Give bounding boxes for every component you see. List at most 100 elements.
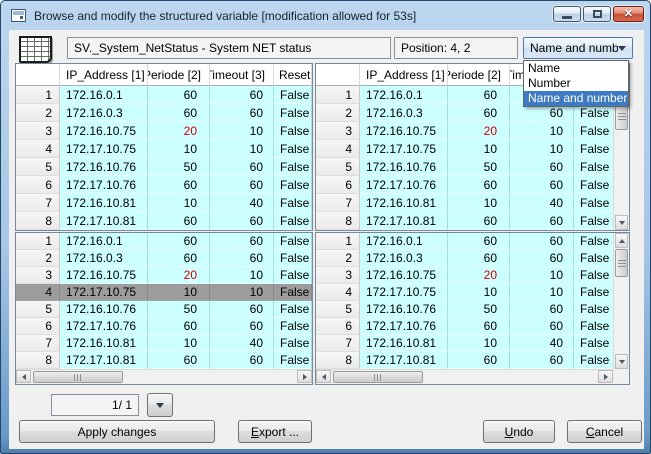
cell-ip-address[interactable]: 172.16.0.1 (60, 233, 148, 250)
table-row[interactable]: 3172.16.10.752010False (316, 267, 629, 284)
horizontal-scrollbar-thumb[interactable] (33, 371, 123, 383)
cell-periode[interactable]: 10 (148, 284, 210, 301)
cell-periode[interactable]: 20 (448, 267, 510, 284)
cell-periode[interactable]: 60 (448, 86, 510, 104)
cell-ip-address[interactable]: 172.16.0.1 (360, 86, 448, 104)
cell-ip-address[interactable]: 172.16.10.81 (360, 335, 448, 352)
table-row[interactable]: 5172.16.10.765060False (316, 158, 629, 176)
cell-ip-address[interactable]: 172.16.0.1 (60, 86, 148, 104)
row-number-cell[interactable]: 8 (316, 352, 360, 369)
row-number-cell[interactable]: 1 (316, 86, 360, 104)
dropdown-option[interactable]: Number (524, 76, 628, 91)
cell-ip-address[interactable]: 172.16.10.76 (60, 301, 148, 318)
cell-periode[interactable]: 60 (148, 176, 210, 194)
vertical-scrollbar[interactable] (613, 86, 629, 230)
export-button[interactable]: Export ... (238, 420, 312, 443)
cell-periode[interactable]: 10 (448, 140, 510, 158)
row-number-cell[interactable]: 6 (316, 176, 360, 194)
cell-reset[interactable]: False (274, 233, 312, 250)
cell-ip-address[interactable]: 172.17.10.76 (60, 318, 148, 335)
horizontal-scrollbar-thumb[interactable] (333, 371, 423, 383)
cell-timeout[interactable]: 60 (510, 233, 574, 250)
cell-timeout[interactable]: 40 (510, 335, 574, 352)
cell-ip-address[interactable]: 172.16.10.76 (360, 301, 448, 318)
vertical-scrollbar-thumb[interactable] (615, 249, 628, 277)
row-number-cell[interactable]: 6 (316, 318, 360, 335)
row-number-cell[interactable]: 5 (16, 158, 60, 176)
row-number-cell[interactable]: 5 (316, 301, 360, 318)
cell-timeout[interactable]: 10 (510, 267, 574, 284)
row-number-cell[interactable]: 8 (316, 212, 360, 230)
cell-ip-address[interactable]: 172.16.10.75 (360, 122, 448, 140)
table-row[interactable]: 6172.17.10.766060False (316, 318, 629, 335)
table-row[interactable]: 4172.17.10.751010False (316, 140, 629, 158)
row-number-cell[interactable]: 4 (316, 284, 360, 301)
table-row[interactable]: 8172.17.10.816060False (316, 352, 629, 369)
row-number-cell[interactable]: 5 (16, 301, 60, 318)
cell-periode[interactable]: 50 (448, 158, 510, 176)
row-number-cell[interactable]: 2 (16, 250, 60, 267)
cell-timeout[interactable]: 60 (210, 158, 274, 176)
scroll-right-button[interactable] (297, 370, 312, 383)
cell-reset[interactable]: False (274, 104, 312, 122)
cell-periode[interactable]: 10 (448, 194, 510, 212)
cell-periode[interactable]: 60 (448, 104, 510, 122)
table-row[interactable]: 6172.17.10.766060False (316, 176, 629, 194)
cell-periode[interactable]: 10 (148, 140, 210, 158)
cell-ip-address[interactable]: 172.16.10.75 (60, 122, 148, 140)
cell-timeout[interactable]: 60 (210, 301, 274, 318)
cell-timeout[interactable]: 60 (510, 352, 574, 369)
row-number-cell[interactable]: 3 (316, 267, 360, 284)
cell-reset[interactable]: False (274, 267, 312, 284)
page-dropdown-button[interactable] (147, 393, 173, 417)
cell-periode[interactable]: 60 (448, 212, 510, 230)
cell-timeout[interactable]: 60 (510, 158, 574, 176)
cell-periode[interactable]: 60 (448, 176, 510, 194)
table-row[interactable]: 4172.17.10.751010False (16, 284, 312, 301)
cell-periode[interactable]: 60 (448, 318, 510, 335)
cell-ip-address[interactable]: 172.17.10.76 (360, 318, 448, 335)
cell-ip-address[interactable]: 172.16.10.76 (360, 158, 448, 176)
row-number-cell[interactable]: 7 (16, 335, 60, 352)
close-button[interactable]: ✕ (613, 6, 644, 22)
scroll-left-button[interactable] (316, 370, 331, 383)
row-number-cell[interactable]: 8 (16, 212, 60, 230)
cell-ip-address[interactable]: 172.16.10.75 (60, 267, 148, 284)
table-row[interactable]: 7172.16.10.811040False (16, 194, 312, 212)
cell-ip-address[interactable]: 172.17.10.76 (60, 176, 148, 194)
table-row[interactable]: 1172.16.0.16060False (16, 233, 312, 250)
row-number-cell[interactable]: 7 (16, 194, 60, 212)
cell-periode[interactable]: 60 (448, 233, 510, 250)
cell-timeout[interactable]: 10 (210, 122, 274, 140)
cell-periode[interactable]: 60 (148, 212, 210, 230)
row-number-cell[interactable]: 4 (16, 140, 60, 158)
cell-ip-address[interactable]: 172.16.10.81 (60, 194, 148, 212)
table-row[interactable]: 1172.16.0.16060False (316, 233, 629, 250)
cell-ip-address[interactable]: 172.16.10.81 (60, 335, 148, 352)
cell-timeout[interactable]: 60 (510, 301, 574, 318)
table-row[interactable]: 3172.16.10.752010False (316, 122, 629, 140)
cell-periode[interactable]: 60 (148, 352, 210, 369)
cell-timeout[interactable]: 40 (210, 194, 274, 212)
titlebar[interactable]: Browse and modify the structured variabl… (1, 1, 650, 30)
cell-ip-address[interactable]: 172.17.10.76 (360, 176, 448, 194)
cell-timeout[interactable]: 60 (510, 212, 574, 230)
cell-timeout[interactable]: 60 (210, 352, 274, 369)
table-row[interactable]: 2172.16.0.36060False (316, 250, 629, 267)
row-number-cell[interactable]: 3 (16, 122, 60, 140)
cell-reset[interactable]: False (274, 212, 312, 230)
cell-ip-address[interactable]: 172.16.10.75 (360, 267, 448, 284)
cell-reset[interactable]: False (274, 352, 312, 369)
cell-timeout[interactable]: 10 (210, 140, 274, 158)
row-number-cell[interactable]: 8 (16, 352, 60, 369)
row-number-cell[interactable]: 5 (316, 158, 360, 176)
undo-button[interactable]: Undo (483, 420, 555, 443)
table-row[interactable]: 3172.16.10.752010False (16, 267, 312, 284)
table-row[interactable]: 4172.17.10.751010False (16, 140, 312, 158)
row-number-cell[interactable]: 6 (16, 318, 60, 335)
row-number-cell[interactable]: 1 (316, 233, 360, 250)
table-row[interactable]: 6172.17.10.766060False (16, 318, 312, 335)
cell-periode[interactable]: 20 (148, 122, 210, 140)
table-row[interactable]: 8172.17.10.816060False (16, 212, 312, 230)
cell-reset[interactable]: False (274, 86, 312, 104)
